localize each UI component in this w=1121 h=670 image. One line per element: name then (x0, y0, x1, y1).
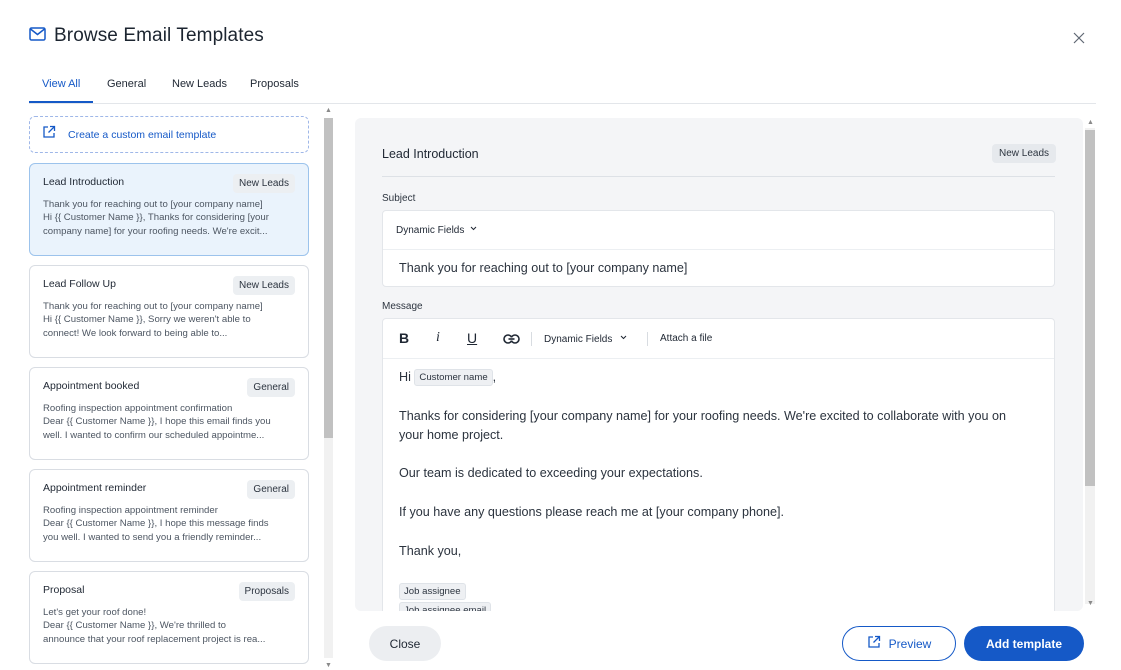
toolbar-dynamic-fields-label: Dynamic Fields (544, 334, 613, 345)
template-excerpt-line: announce that your roof replacement proj… (43, 633, 266, 645)
template-excerpt-line: Dear {{ Customer Name }}, We're thrilled… (43, 620, 226, 632)
chevron-down-icon (469, 224, 478, 236)
template-excerpt-line: Thank you for reaching out to [your comp… (43, 301, 263, 312)
message-paragraph: Our team is dedicated to exceeding your … (399, 466, 703, 480)
template-card-appointment-reminder[interactable]: Appointment reminder General Roofing ins… (29, 469, 309, 562)
underline-button[interactable]: U (467, 330, 477, 346)
message-paragraph: your home project. (399, 428, 504, 442)
template-category-badge: Proposals (238, 582, 295, 601)
template-card-lead-follow-up[interactable]: Lead Follow Up New Leads Thank you for r… (29, 265, 309, 358)
chevron-down-icon (619, 334, 628, 345)
create-custom-template-link[interactable]: Create a custom email template (29, 116, 309, 153)
template-excerpt-line: Hi {{ Customer Name }}, Thanks for consi… (43, 212, 269, 224)
dynamic-fields-label: Dynamic Fields (396, 224, 465, 236)
toolbar-divider (647, 332, 648, 346)
template-list-scrollbar[interactable]: ▲ ▼ (322, 104, 334, 670)
subject-field[interactable]: Dynamic Fields Thank you for reaching ou… (382, 210, 1055, 287)
preview-category-badge: New Leads (992, 144, 1057, 163)
template-category-badge: General (247, 378, 295, 397)
template-excerpt-line: Thank you for reaching out to [your comp… (43, 199, 263, 210)
scroll-down-arrow-icon[interactable]: ▼ (1087, 600, 1094, 608)
editor-toolbar: B i U Dynamic Fields Attach a file (383, 319, 1054, 359)
template-excerpt: Thank you for reaching out to [your comp… (43, 198, 299, 238)
tab-proposals[interactable]: Proposals (250, 78, 299, 104)
tab-new-leads[interactable]: New Leads (172, 78, 227, 104)
template-name: Appointment booked (43, 380, 140, 392)
scroll-down-arrow-icon[interactable]: ▼ (325, 662, 332, 670)
attach-file-button[interactable]: Attach a file (660, 333, 712, 344)
toolbar-dynamic-fields-dropdown[interactable]: Dynamic Fields (544, 333, 628, 345)
template-preview-panel: Lead Introduction New Leads Subject Dyna… (355, 118, 1083, 611)
create-custom-template-label: Create a custom email template (68, 128, 217, 141)
mail-icon (29, 26, 46, 46)
scrollbar-thumb[interactable] (1085, 130, 1095, 486)
template-category-badge: General (247, 480, 295, 499)
template-card-proposal[interactable]: Proposal Proposals Let's get your roof d… (29, 571, 309, 664)
template-excerpt-line: Dear {{ Customer Name }}, I hope this me… (43, 518, 269, 530)
subject-dynamic-fields-dropdown[interactable]: Dynamic Fields (383, 211, 1054, 250)
template-excerpt-line: Roofing inspection appointment reminder (43, 505, 218, 516)
page-title: Browse Email Templates (54, 25, 264, 46)
preview-button[interactable]: Preview (842, 626, 956, 661)
tab-bar: View All General New Leads Proposals (29, 78, 1096, 104)
close-button[interactable]: Close (369, 626, 441, 661)
message-greeting: Hi Customer name, (399, 369, 496, 386)
toolbar-divider (531, 332, 532, 346)
subject-label: Subject (382, 193, 416, 204)
message-chip-line: Job assignee email (399, 602, 492, 611)
modal-title: Browse Email Templates (29, 25, 264, 47)
template-excerpt: Thank you for reaching out to [your comp… (43, 300, 299, 340)
message-chip-line: Job assignee (399, 583, 466, 600)
template-excerpt-line: you well. I wanted to send you a friendl… (43, 531, 262, 543)
subject-value[interactable]: Thank you for reaching out to [your comp… (399, 261, 687, 275)
preview-template-title: Lead Introduction (382, 147, 479, 161)
scroll-up-arrow-icon[interactable]: ▲ (1087, 119, 1094, 127)
template-excerpt-line: Dear {{ Customer Name }}, I hope this em… (43, 416, 271, 428)
dynamic-field-chip[interactable]: Customer name (414, 369, 493, 386)
template-name: Lead Follow Up (43, 278, 116, 290)
dynamic-field-chip[interactable]: Job assignee email (399, 602, 492, 611)
template-excerpt-line: well. I wanted to confirm our scheduled … (43, 429, 265, 441)
preview-scrollbar[interactable]: ▲ ▼ (1084, 118, 1096, 611)
template-name: Appointment reminder (43, 482, 147, 494)
template-excerpt: Let's get your roof done! Dear {{ Custom… (43, 606, 299, 646)
message-label: Message (382, 301, 423, 312)
tab-general[interactable]: General (107, 78, 146, 104)
message-editor[interactable]: B i U Dynamic Fields Attach a file Hi Cu… (382, 318, 1055, 611)
template-name: Lead Introduction (43, 176, 125, 188)
message-paragraph: If you have any questions please reach m… (399, 505, 785, 519)
template-card-lead-introduction[interactable]: Lead Introduction New Leads Thank you fo… (29, 163, 309, 256)
template-excerpt-line: connect! We look forward to being able t… (43, 327, 228, 339)
external-link-icon (867, 635, 881, 652)
template-excerpt-line: Let's get your roof done! (43, 607, 147, 618)
scrollbar-thumb[interactable] (324, 118, 333, 438)
divider (382, 176, 1055, 177)
template-name: Proposal (43, 584, 85, 596)
template-list: Create a custom email template Lead Intr… (29, 116, 311, 670)
template-excerpt-line: company name] for your roofing needs. We… (43, 225, 268, 237)
preview-button-label: Preview (888, 636, 932, 651)
template-category-badge: New Leads (232, 174, 295, 193)
close-icon[interactable] (1069, 28, 1089, 48)
template-category-badge: New Leads (232, 276, 295, 295)
template-excerpt: Roofing inspection appointment confirmat… (43, 402, 299, 442)
italic-button[interactable]: i (436, 330, 440, 346)
message-paragraph: Thanks for considering [your company nam… (399, 409, 1006, 423)
template-card-appointment-booked[interactable]: Appointment booked General Roofing inspe… (29, 367, 309, 460)
bold-button[interactable]: B (399, 330, 409, 346)
external-link-icon (42, 125, 56, 144)
active-tab-indicator (29, 101, 93, 103)
template-excerpt-line: Roofing inspection appointment confirmat… (43, 403, 233, 414)
link-icon[interactable] (503, 332, 520, 348)
message-signoff: Thank you, (399, 544, 462, 558)
template-excerpt-line: Hi {{ Customer Name }}, Sorry we weren't… (43, 314, 251, 326)
template-excerpt: Roofing inspection appointment reminder … (43, 504, 299, 544)
greeting-text: Hi (399, 369, 411, 384)
dynamic-field-chip[interactable]: Job assignee (399, 583, 466, 600)
greeting-suffix: , (492, 369, 497, 384)
add-template-button[interactable]: Add template (964, 626, 1084, 661)
scroll-up-arrow-icon[interactable]: ▲ (325, 107, 332, 115)
